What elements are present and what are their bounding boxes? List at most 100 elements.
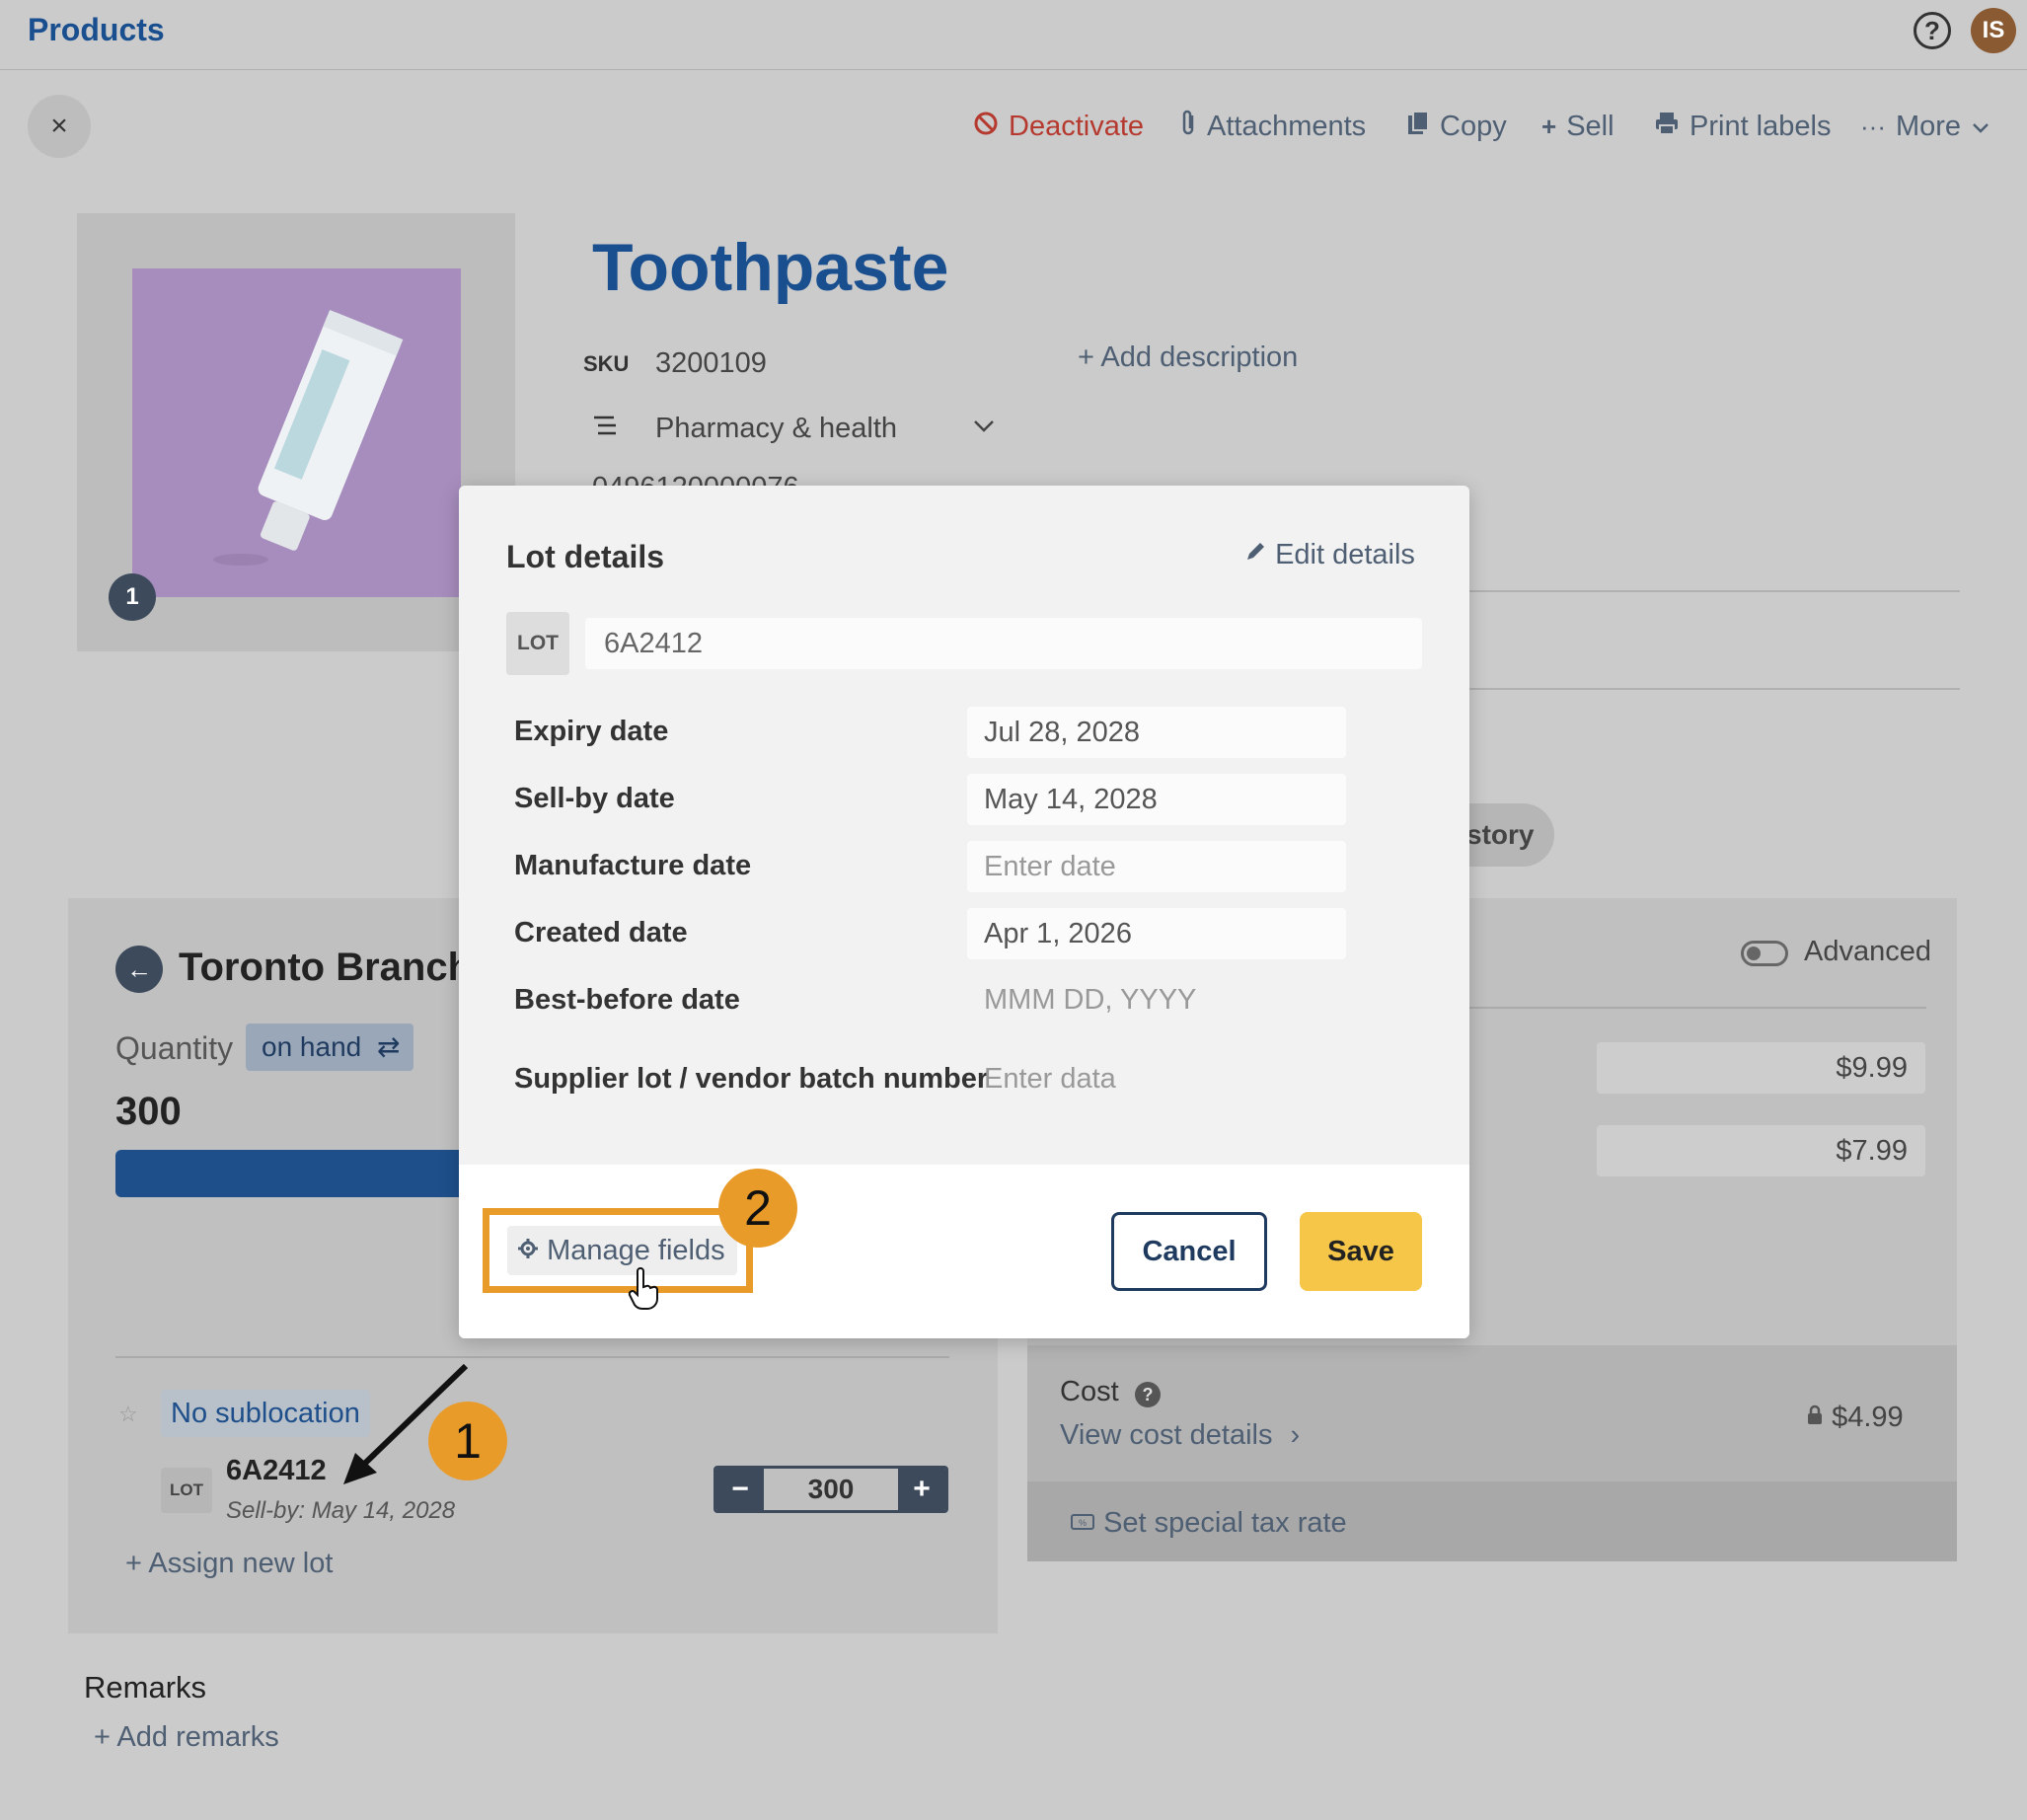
copy-label: Copy — [1440, 110, 1507, 142]
price-field[interactable]: $7.99 — [1597, 1125, 1925, 1176]
block-icon — [973, 111, 999, 143]
lot-details-dialog: Lot details Edit details LOT 6A2412 Expi… — [459, 486, 1469, 1338]
deactivate-label: Deactivate — [1009, 110, 1145, 142]
chevron-down-icon — [1971, 112, 1990, 142]
plus-icon: + — [94, 1721, 117, 1753]
category-icon — [592, 413, 618, 444]
help-icon[interactable]: ? — [1135, 1382, 1161, 1407]
paperclip-icon — [1179, 110, 1197, 144]
add-remarks-label: Add remarks — [116, 1721, 279, 1753]
special-tax-button[interactable]: % Set special tax rate — [1070, 1507, 1347, 1540]
sku-value[interactable]: 3200109 — [655, 347, 767, 380]
cost-amount: $4.99 — [1832, 1402, 1904, 1433]
branch-name: Toronto Branch — [179, 946, 473, 989]
view-cost-details-label: View cost details — [1060, 1419, 1273, 1451]
lot-badge: LOT — [506, 612, 569, 675]
lot-badge: LOT — [161, 1468, 212, 1513]
plus-icon: + — [1541, 111, 1557, 141]
created-date-input[interactable]: Apr 1, 2026 — [967, 908, 1346, 959]
cost-label: Cost — [1060, 1376, 1119, 1407]
sellby-date-input[interactable]: May 14, 2028 — [967, 774, 1346, 825]
copy-button[interactable]: Copy — [1406, 105, 1507, 148]
add-description-label: Add description — [1100, 341, 1299, 373]
top-bar — [0, 0, 2027, 70]
manufacture-date-input[interactable]: Enter date — [967, 841, 1346, 892]
edit-details-button[interactable]: Edit details — [1243, 539, 1415, 571]
chevron-right-icon: › — [1290, 1419, 1301, 1451]
more-button[interactable]: ··· More — [1860, 105, 1990, 148]
highlight-box — [483, 1208, 753, 1293]
hand-cursor-icon — [628, 1267, 661, 1316]
help-icon[interactable]: ? — [1914, 12, 1951, 49]
sellby-date-label: Sell-by date — [514, 783, 675, 814]
attachments-label: Attachments — [1207, 110, 1367, 142]
product-name[interactable]: Toothpaste — [592, 229, 948, 306]
avatar[interactable]: IS — [1971, 8, 2016, 53]
swap-icon: ⇄ — [377, 1031, 401, 1062]
plus-icon: + — [1078, 341, 1101, 373]
advanced-label: Advanced — [1804, 936, 1931, 967]
decrement-button[interactable]: − — [716, 1469, 764, 1510]
close-button[interactable]: × — [28, 95, 91, 158]
cancel-button[interactable]: Cancel — [1111, 1212, 1267, 1291]
chevron-down-icon[interactable] — [972, 411, 996, 441]
sell-label: Sell — [1566, 110, 1614, 142]
best-before-date-input[interactable]: MMM DD, YYYY — [984, 984, 1196, 1017]
lot-sellby: Sell-by: May 14, 2028 — [226, 1497, 456, 1524]
lock-icon — [1806, 1402, 1832, 1433]
toothpaste-tube-illustration — [213, 309, 404, 566]
sku-label: SKU — [583, 351, 630, 376]
lot-code[interactable]: 6A2412 — [226, 1455, 327, 1487]
advanced-toggle[interactable] — [1741, 941, 1788, 966]
created-date-label: Created date — [514, 917, 688, 948]
assign-new-lot-label: Assign new lot — [148, 1548, 334, 1579]
arrow-annotation-icon — [336, 1360, 474, 1493]
view-cost-details-link[interactable]: View cost details › — [1060, 1419, 1300, 1452]
image-count-badge: 1 — [109, 573, 156, 621]
quantity-mode-label: on hand — [262, 1031, 362, 1062]
quantity-value: 300 — [115, 1090, 182, 1133]
lot-quantity-input[interactable]: 300 — [764, 1469, 898, 1510]
print-labels-button[interactable]: Print labels — [1654, 105, 1831, 148]
assign-new-lot-button[interactable]: + Assign new lot — [125, 1548, 333, 1580]
expiry-date-input[interactable]: Jul 28, 2028 — [967, 707, 1346, 758]
supplier-lot-label: Supplier lot / vendor batch number — [514, 1063, 989, 1095]
sell-button[interactable]: + Sell — [1541, 105, 1614, 148]
more-label: More — [1895, 110, 1962, 142]
lot-number-field[interactable]: 6A2412 — [585, 618, 1422, 669]
supplier-lot-input[interactable]: Enter data — [984, 1063, 1116, 1096]
quantity-mode-toggle[interactable]: on hand ⇄ — [246, 1024, 413, 1071]
back-arrow-icon[interactable]: ← — [115, 946, 163, 993]
manufacture-date-label: Manufacture date — [514, 850, 752, 881]
app-title[interactable]: Products — [28, 12, 165, 48]
star-icon[interactable]: ☆ — [118, 1402, 138, 1427]
divider — [1469, 590, 1960, 592]
deactivate-button[interactable]: Deactivate — [973, 105, 1144, 148]
dialog-title: Lot details — [506, 539, 665, 574]
add-description-button[interactable]: + Add description — [1078, 341, 1298, 374]
category-select[interactable]: Pharmacy & health — [655, 413, 897, 445]
product-image[interactable] — [132, 268, 461, 597]
printer-icon — [1654, 111, 1680, 143]
copy-icon — [1406, 110, 1430, 144]
divider — [1469, 688, 1960, 690]
edit-details-label: Edit details — [1275, 539, 1415, 570]
price-field[interactable]: $9.99 — [1597, 1042, 1925, 1094]
divider — [115, 1356, 949, 1358]
attachments-button[interactable]: Attachments — [1179, 105, 1366, 148]
print-labels-label: Print labels — [1689, 110, 1832, 142]
special-tax-label: Set special tax rate — [1103, 1507, 1347, 1539]
best-before-date-label: Best-before date — [514, 984, 740, 1016]
expiry-date-label: Expiry date — [514, 716, 669, 747]
add-remarks-button[interactable]: + Add remarks — [94, 1721, 279, 1754]
cost-value: $4.99 — [1806, 1402, 1904, 1434]
quantity-label: Quantity — [115, 1030, 234, 1066]
save-button[interactable]: Save — [1300, 1212, 1422, 1291]
increment-button[interactable]: + — [898, 1469, 945, 1510]
tax-icon: % — [1070, 1507, 1103, 1539]
remarks-heading: Remarks — [84, 1670, 207, 1705]
ellipsis-icon: ··· — [1860, 111, 1886, 141]
divider — [1469, 1007, 1926, 1009]
quantity-stepper[interactable]: − 300 + — [713, 1466, 948, 1513]
plus-icon: + — [125, 1548, 149, 1579]
